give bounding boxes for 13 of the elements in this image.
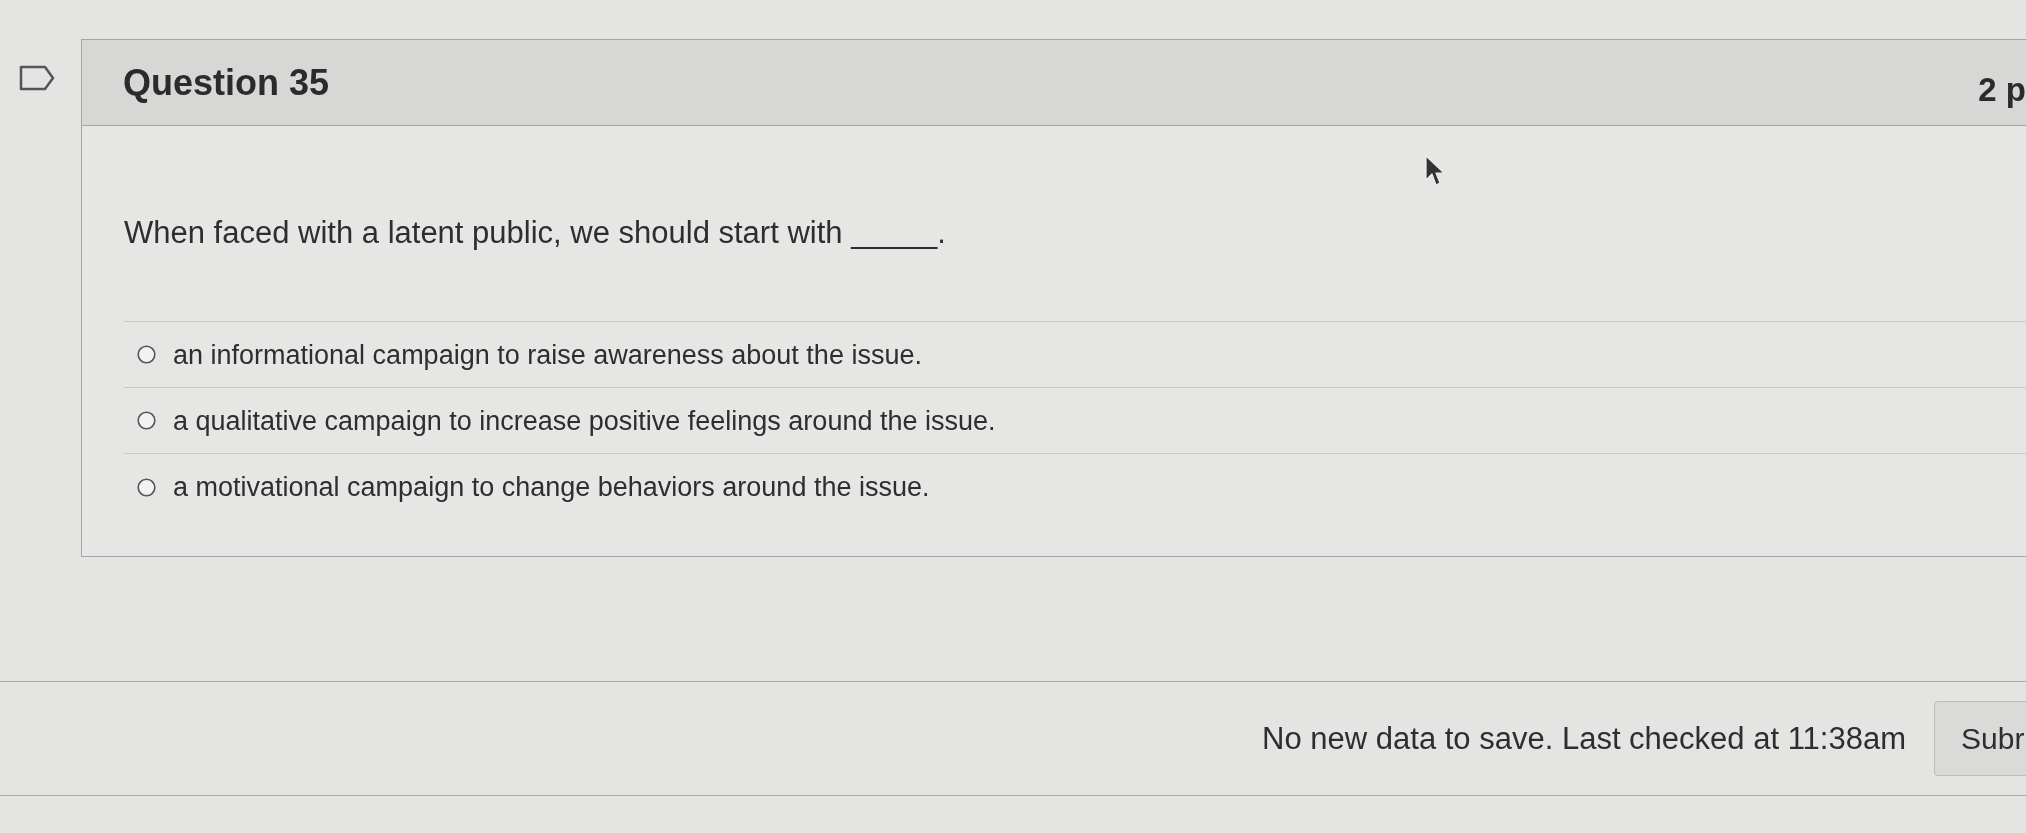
answer-option[interactable]: an informational campaign to raise awareness about the issue. [173, 338, 922, 371]
bookmark-flag-icon[interactable] [18, 65, 55, 91]
points-label: 2 p [1978, 70, 2026, 106]
mouse-pointer-icon [1425, 155, 1447, 187]
question-title: Question 35 [123, 64, 330, 101]
answer-option[interactable]: a motivational campaign to change behaviors around the issue. [173, 471, 930, 503]
question-prompt: When faced with a latent public, we should start with _____. [124, 216, 946, 250]
save-status-text: No new data to save. Last checked at 11:38am [1262, 723, 1906, 754]
radio-button[interactable] [137, 345, 156, 364]
radio-button[interactable] [137, 411, 156, 430]
submit-button[interactable]: Subr [1934, 701, 2026, 776]
radio-button[interactable] [137, 477, 156, 497]
answer-option[interactable]: a qualitative campaign to increase positive feelings around the issue. [173, 404, 996, 437]
